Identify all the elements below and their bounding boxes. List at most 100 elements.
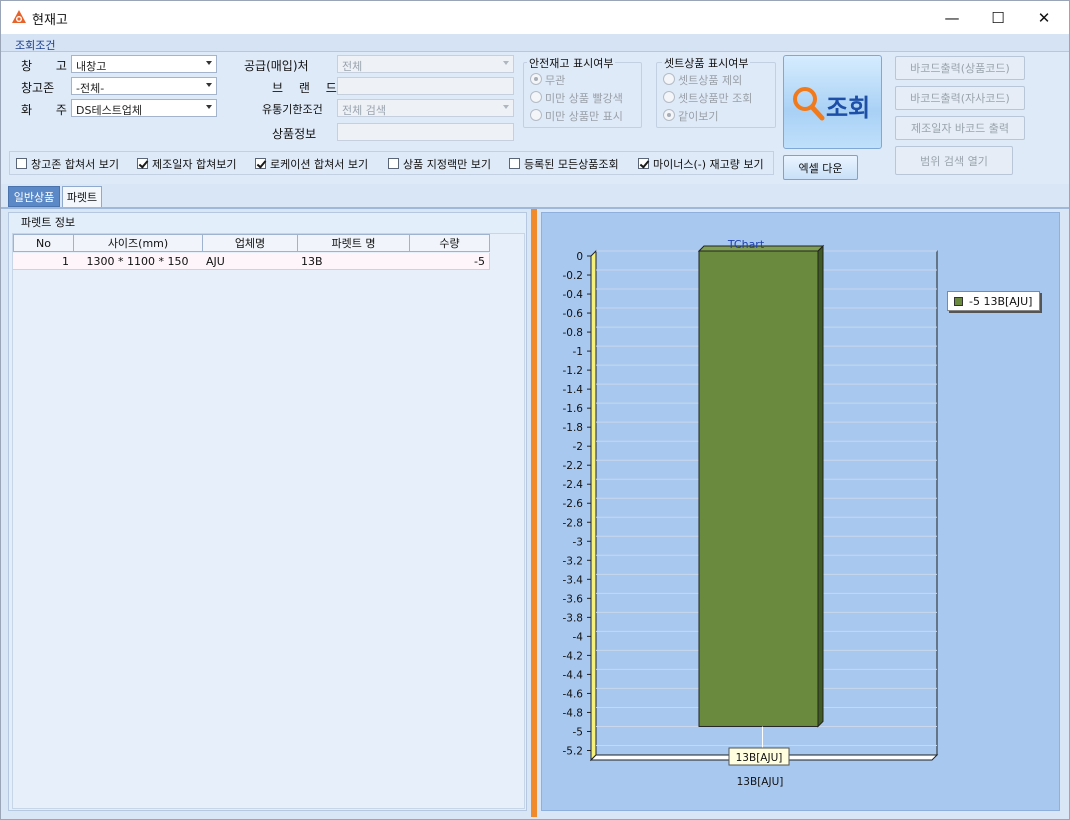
brand-input[interactable] — [337, 77, 514, 95]
close-button[interactable]: ✕ — [1021, 1, 1067, 34]
main-window: 현재고 — ☐ ✕ 조회조건 창 고 내창고 창고존 -전체- 화 주 DS테스… — [0, 0, 1070, 820]
panel-splitter[interactable] — [531, 209, 537, 817]
supplier-label: 공급(매입)처 — [244, 59, 309, 73]
set-radio-only[interactable] — [663, 91, 675, 103]
column-header-size[interactable]: 사이즈(mm) — [73, 234, 203, 252]
y-tick-label: -3.8 — [563, 612, 584, 624]
plot-left-wall — [590, 249, 597, 762]
zone-value: -전체- — [76, 82, 105, 95]
barcode-product-button[interactable]: 바코드출력(상품코드) — [895, 56, 1025, 80]
chevron-down-icon — [503, 61, 509, 65]
x-category-label: 13B[AJU] — [737, 776, 784, 788]
expiry-value: 전체 검색 — [342, 104, 386, 117]
tab-general-products[interactable]: 일반상품 — [8, 186, 60, 207]
safety-option-label: 미만 상품 빨강색 — [545, 92, 623, 105]
checkbox-assigned-rack[interactable] — [388, 158, 399, 169]
bar — [698, 250, 819, 727]
warehouse-select[interactable]: 내창고 — [71, 55, 217, 73]
y-tick-label: -2 — [573, 441, 583, 453]
y-tick-label: -0.8 — [563, 327, 584, 339]
set-radio-exclude[interactable] — [663, 73, 675, 85]
y-tick-label: -3.6 — [563, 593, 584, 605]
safety-radio-red[interactable] — [530, 91, 542, 103]
table-cell-company[interactable]: AJU — [202, 253, 298, 270]
y-tick-label: -1 — [573, 346, 583, 358]
barcode-mfg-button[interactable]: 제조일자 바코드 출력 — [895, 116, 1025, 140]
supplier-value: 전체 — [342, 60, 363, 73]
checkbox-merge-zone[interactable] — [16, 158, 27, 169]
search-button-label: 조회 — [826, 94, 871, 122]
checkbox-merge-location[interactable] — [255, 158, 266, 169]
column-header-pallet-name[interactable]: 파렛트 명 — [297, 234, 410, 252]
table-cell-quantity[interactable]: -5 — [409, 253, 490, 270]
maximize-button[interactable]: ☐ — [975, 1, 1021, 34]
chevron-down-icon — [206, 61, 212, 65]
conditions-header-bar — [1, 34, 1069, 52]
y-tick-label: -1.2 — [563, 365, 584, 377]
product-info-label: 상품정보 — [272, 127, 317, 141]
set-product-title: 셋트상품 표시여부 — [662, 55, 751, 71]
owner-label: 화 주 — [21, 103, 77, 117]
supplier-select[interactable]: 전체 — [337, 55, 514, 73]
safety-option-label: 미만 상품만 표시 — [545, 110, 623, 123]
product-info-input[interactable] — [337, 123, 514, 141]
y-tick-label: -5.2 — [563, 745, 584, 757]
legend-label: -5 13B[AJU] — [969, 294, 1033, 308]
chevron-down-icon — [206, 83, 212, 87]
checkbox-all-products[interactable] — [509, 158, 520, 169]
brand-label: 브 랜 드 — [272, 81, 343, 95]
y-tick-label: -1.6 — [563, 403, 584, 415]
barcode-own-button[interactable]: 바코드출력(자사코드) — [895, 86, 1025, 110]
checkbox-label: 등록된 모든상품조회 — [524, 158, 619, 171]
column-header-no[interactable]: No — [13, 234, 74, 252]
y-tick-label: -2.4 — [563, 479, 584, 491]
chevron-down-icon — [503, 105, 509, 109]
title-bar: 현재고 — ☐ ✕ — [1, 1, 1069, 34]
set-option-label: 셋트상품 제외 — [678, 74, 743, 87]
checkbox-label: 마이너스(-) 재고량 보기 — [653, 158, 764, 171]
column-header-quantity[interactable]: 수량 — [409, 234, 490, 252]
column-header-company[interactable]: 업체명 — [202, 234, 298, 252]
range-search-button[interactable]: 범위 검색 열기 — [895, 146, 1013, 175]
chart-legend: -5 13B[AJU] — [947, 291, 1040, 311]
excel-download-button[interactable]: 엑셀 다운 — [783, 155, 858, 180]
table-cell-size[interactable]: 1300 * 1100 * 150 — [73, 253, 203, 270]
y-tick-label: -4.6 — [563, 688, 584, 700]
y-tick-label: -3.4 — [563, 574, 584, 586]
pallet-info-title: 파렛트 정보 — [21, 216, 76, 229]
search-button[interactable]: 조회 — [783, 55, 882, 149]
owner-select[interactable]: DS테스트업체 — [71, 99, 217, 117]
y-tick-label: -0.4 — [563, 289, 584, 301]
checkbox-label: 로케이션 합쳐서 보기 — [270, 158, 369, 171]
chevron-down-icon — [206, 105, 212, 109]
y-tick-label: -4.8 — [563, 707, 584, 719]
tab-pallet[interactable]: 파렛트 — [62, 186, 102, 207]
safety-option-label: 무관 — [545, 74, 566, 87]
set-option-label: 같이보기 — [678, 110, 719, 123]
expiry-select[interactable]: 전체 검색 — [337, 99, 514, 117]
table-cell-pallet-name[interactable]: 13B — [297, 253, 410, 270]
checkbox-label: 상품 지정랙만 보기 — [403, 158, 491, 171]
expiry-label: 유통기한조건 — [262, 103, 323, 116]
legend-swatch — [954, 296, 963, 306]
warehouse-label: 창 고 — [21, 59, 77, 73]
bar-side — [817, 244, 824, 728]
y-tick-label: -2.6 — [563, 498, 584, 510]
safety-stock-title: 안전재고 표시여부 — [527, 55, 616, 71]
y-tick-label: 0 — [576, 251, 583, 263]
owner-value: DS테스트업체 — [76, 104, 143, 117]
set-radio-together[interactable] — [663, 109, 675, 121]
checkbox-merge-mfgdate[interactable] — [137, 158, 148, 169]
window-title: 현재고 — [32, 13, 68, 28]
y-tick-label: -1.8 — [563, 422, 584, 434]
safety-radio-any[interactable] — [530, 73, 542, 85]
minimize-button[interactable]: — — [929, 1, 975, 34]
y-tick-label: -3 — [573, 536, 583, 548]
zone-select[interactable]: -전체- — [71, 77, 217, 95]
checkbox-label: 창고존 합쳐서 보기 — [31, 158, 119, 171]
y-tick-label: -0.2 — [563, 270, 584, 282]
safety-radio-only[interactable] — [530, 109, 542, 121]
app-logo-icon — [11, 9, 27, 25]
checkbox-minus-stock[interactable] — [638, 158, 649, 169]
table-cell-no[interactable]: 1 — [13, 253, 74, 270]
